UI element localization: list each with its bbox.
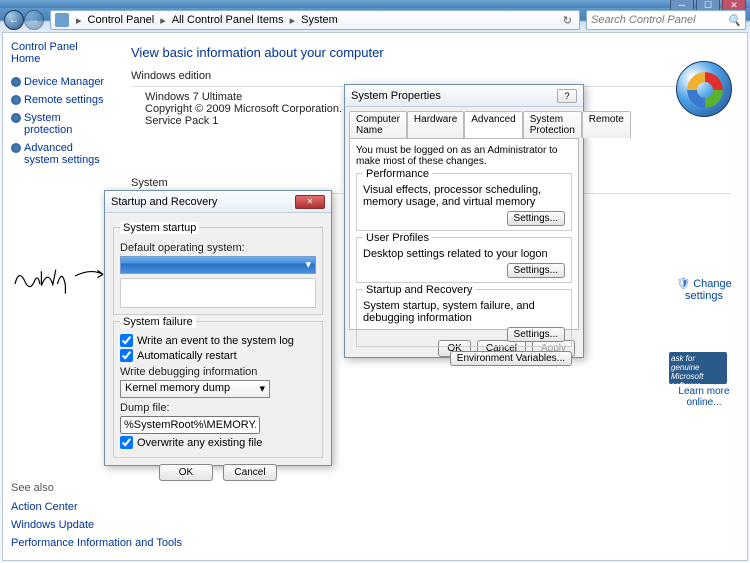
page-title: View basic information about your comput…	[131, 45, 731, 60]
userprofiles-desc: Desktop settings related to your logon	[363, 248, 565, 260]
write-event-checkbox[interactable]: Write an event to the system log	[120, 334, 316, 347]
os-list	[120, 278, 316, 308]
sidebar-home[interactable]: Control Panel Home	[11, 41, 107, 65]
nav-forward[interactable]: →	[24, 10, 44, 30]
tab-computer-name[interactable]: Computer Name	[349, 111, 407, 138]
overwrite-checkbox[interactable]: Overwrite any existing file	[120, 436, 316, 449]
startup-recovery-dialog: Startup and Recovery ✕ System startup De…	[104, 190, 332, 466]
default-os-label: Default operating system:	[120, 242, 316, 254]
cancel-button[interactable]: Cancel	[223, 464, 277, 481]
system-properties-dialog: System Properties ? Computer Name Hardwa…	[344, 84, 584, 358]
windows-logo-icon	[676, 61, 732, 117]
performance-desc: Visual effects, processor scheduling, me…	[363, 184, 565, 208]
default-os-combo[interactable]	[120, 256, 316, 274]
tab-hardware[interactable]: Hardware	[407, 111, 464, 138]
shield-icon	[11, 113, 21, 123]
shield-icon	[11, 95, 21, 105]
legend: System startup	[120, 222, 199, 234]
environment-variables-button[interactable]: Environment Variables...	[450, 351, 572, 366]
control-panel-icon	[55, 13, 69, 27]
tab-advanced[interactable]: Advanced	[464, 111, 522, 138]
nav-back[interactable]: ←	[4, 10, 24, 30]
legend: Performance	[363, 168, 432, 180]
sidebar-item-device-manager[interactable]: Device Manager	[11, 73, 107, 91]
section-header: Windows edition	[131, 70, 731, 82]
breadcrumb-part[interactable]: System	[298, 13, 341, 27]
shield-icon	[11, 143, 21, 153]
learn-more-link[interactable]: Learn more online...	[669, 386, 739, 408]
performance-settings-button[interactable]: Settings...	[507, 211, 565, 226]
admin-note: You must be logged on as an Administrato…	[356, 145, 572, 167]
dialog-title: Startup and Recovery	[111, 196, 217, 208]
chevron-right-icon: ▸	[160, 14, 166, 27]
change-settings-link[interactable]: Change settings	[669, 277, 739, 302]
dump-file-label: Dump file:	[120, 402, 316, 414]
breadcrumb[interactable]: ▸ Control Panel ▸ All Control Panel Item…	[50, 10, 580, 30]
tab-system-protection[interactable]: System Protection	[523, 111, 582, 138]
close-button[interactable]: ✕	[295, 195, 325, 209]
sidebar-item-advanced-system-settings[interactable]: Advanced system settings	[11, 139, 107, 169]
breadcrumb-part[interactable]: All Control Panel Items	[169, 13, 287, 27]
breadcrumb-part[interactable]: Control Panel	[85, 13, 158, 27]
shield-icon	[11, 77, 21, 87]
auto-restart-checkbox[interactable]: Automatically restart	[120, 349, 316, 362]
startup-desc: System startup, system failure, and debu…	[363, 300, 565, 324]
dump-file-input[interactable]	[120, 416, 260, 434]
legend: User Profiles	[363, 232, 432, 244]
chevron-right-icon: ▸	[76, 14, 82, 27]
genuine-badge: ask for genuine Microsoft software	[669, 352, 727, 384]
tab-remote[interactable]: Remote	[582, 111, 631, 138]
chevron-right-icon: ▸	[290, 14, 296, 27]
search-icon: 🔍	[727, 14, 741, 27]
legend: System failure	[120, 316, 196, 328]
legend: Startup and Recovery	[363, 284, 475, 296]
search-input[interactable]: Search Control Panel 🔍	[586, 10, 746, 30]
sidebar-item-system-protection[interactable]: System protection	[11, 109, 107, 139]
ok-button[interactable]: OK	[159, 464, 213, 481]
dialog-title: System Properties	[351, 90, 441, 102]
refresh-icon[interactable]: ↻	[563, 14, 572, 27]
sidebar-item-remote-settings[interactable]: Remote settings	[11, 91, 107, 109]
debugging-combo[interactable]: Kernel memory dump	[120, 380, 270, 398]
help-button[interactable]: ?	[557, 89, 577, 103]
userprofiles-settings-button[interactable]: Settings...	[507, 263, 565, 278]
search-placeholder: Search Control Panel	[591, 14, 696, 26]
startup-settings-button[interactable]: Settings...	[507, 327, 565, 342]
debugging-label: Write debugging information	[120, 366, 316, 378]
